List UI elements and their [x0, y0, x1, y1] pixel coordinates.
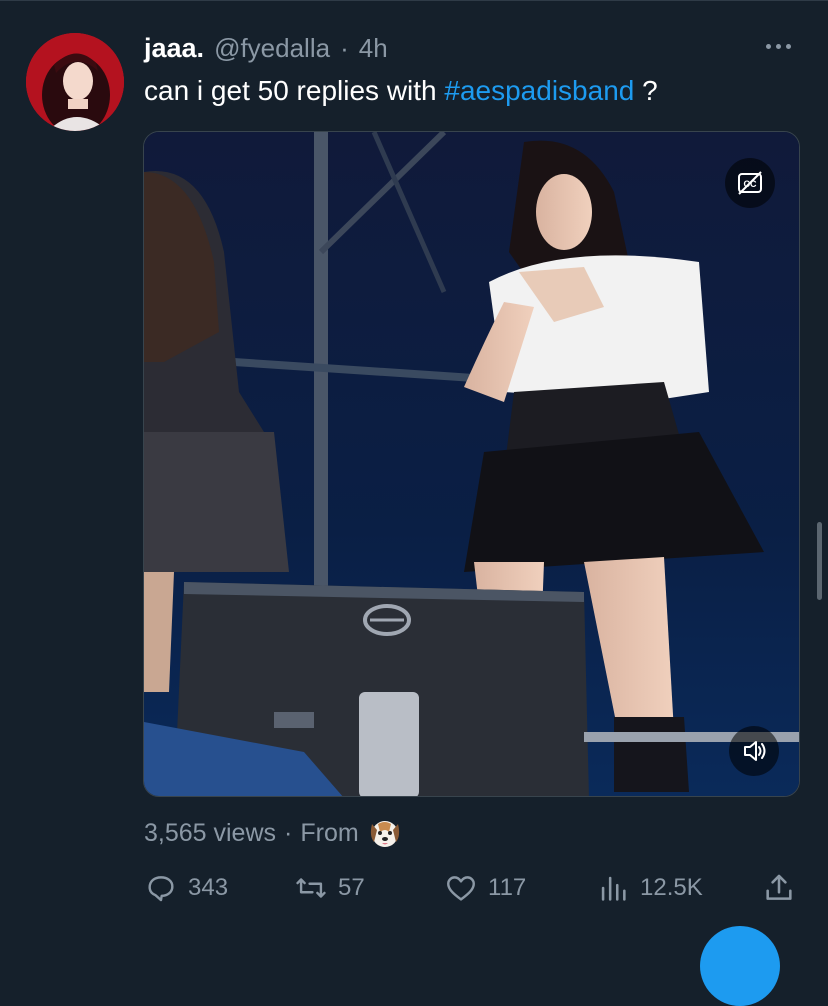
tweet-header: jaaa. @fyedalla · 4h [144, 33, 388, 65]
retweet-icon [296, 878, 326, 898]
header-separator: · [340, 33, 349, 63]
volume-button[interactable] [729, 726, 779, 776]
analytics-button[interactable]: 12.5K [596, 866, 703, 910]
tweet-text-prefix: can i get 50 replies with [144, 75, 445, 106]
analytics-icon [601, 876, 626, 901]
like-count: 117 [488, 874, 527, 901]
retweet-button[interactable]: 57 [294, 866, 365, 910]
compose-button[interactable] [700, 926, 780, 1006]
heart-icon [447, 876, 475, 901]
user-handle[interactable]: @fyedalla [214, 33, 330, 64]
tweet-text-suffix: ? [634, 75, 658, 106]
reply-button[interactable]: 343 [144, 866, 228, 910]
reply-count: 343 [188, 874, 229, 901]
retweet-count: 57 [338, 874, 365, 901]
tweet-text: can i get 50 replies with #aespadisband … [144, 75, 658, 107]
closed-captions-icon: CC [738, 171, 762, 195]
meta-separator: · [284, 818, 293, 847]
tweet-time[interactable]: 4h [359, 33, 388, 64]
avatar-image [26, 33, 124, 131]
view-count: 3,565 views [144, 818, 277, 847]
analytics-count: 12.5K [640, 874, 703, 901]
share-button[interactable] [762, 866, 796, 910]
tweet-meta: 3,565 views · From [144, 816, 403, 850]
share-icon [766, 874, 792, 900]
display-name[interactable]: jaaa. [144, 33, 204, 64]
more-horizontal-icon[interactable] [758, 36, 798, 56]
video-frame [144, 132, 799, 796]
hashtag-link[interactable]: #aespadisband [444, 75, 634, 106]
tweet-actions: 343 57 117 12.5K [144, 866, 804, 910]
volume-icon [744, 741, 766, 761]
from-label: From [300, 818, 359, 847]
video-player[interactable]: CC [143, 131, 800, 797]
scrollbar[interactable] [817, 522, 822, 600]
like-button[interactable]: 117 [444, 866, 526, 910]
reply-icon [148, 876, 174, 902]
top-divider [0, 0, 828, 1]
closed-captions-button[interactable]: CC [725, 158, 775, 208]
dog-emoji-icon[interactable] [367, 816, 403, 850]
avatar[interactable] [26, 33, 124, 131]
